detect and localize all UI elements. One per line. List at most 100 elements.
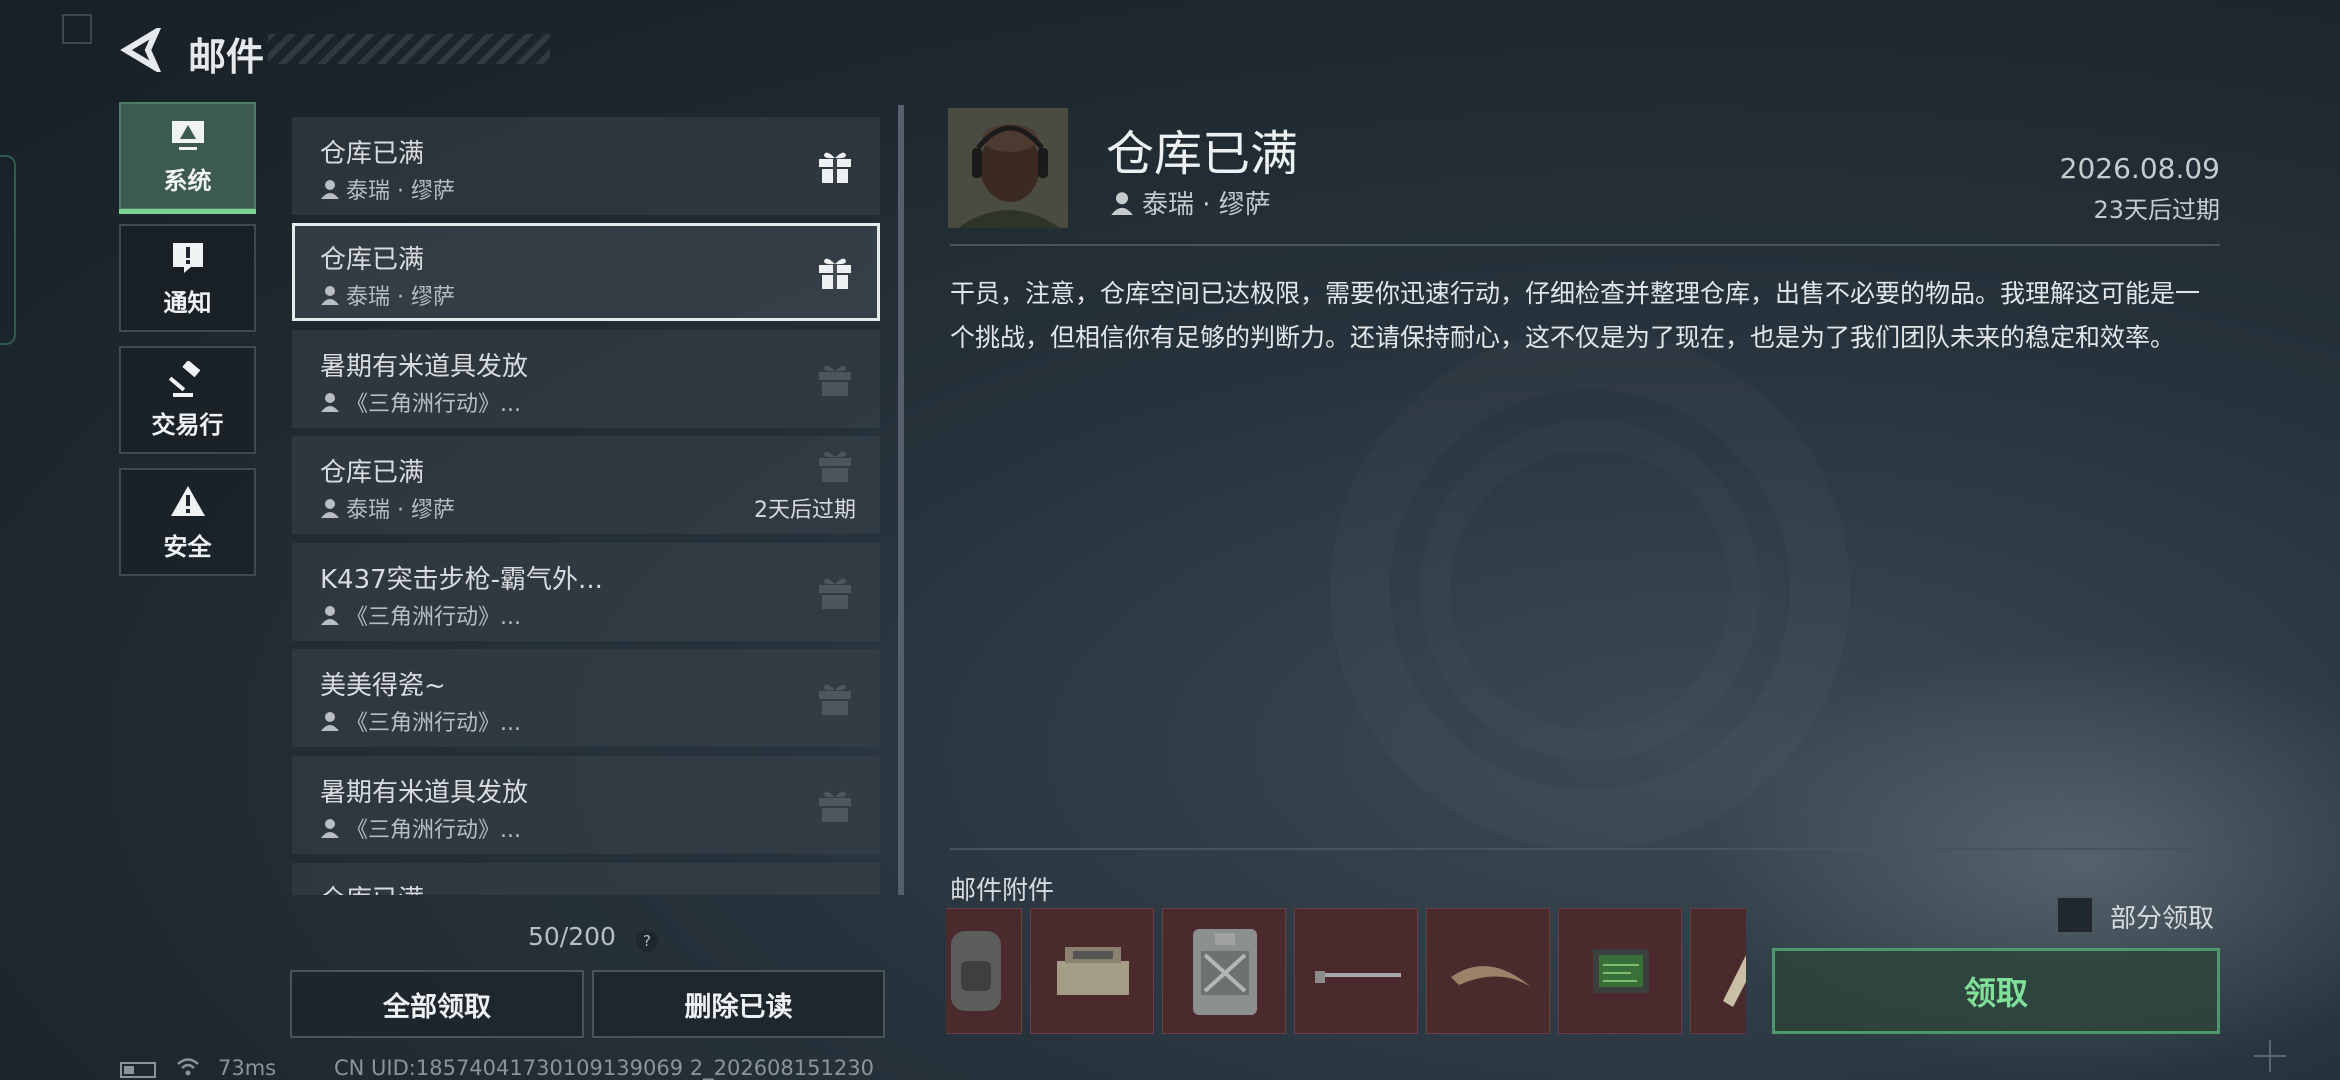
mail-detail-title: 仓库已满 [1106,126,1299,182]
mail-title: K437突击步枪-霸气外... [320,565,603,595]
attachment-item[interactable] [946,908,1022,1034]
mail-sender: 《三角洲行动》... [320,599,521,631]
mail-item[interactable]: 仓库已满 泰瑞 · 缪萨 [292,117,880,215]
rifle-part-icon [1315,971,1401,983]
portrait-icon [948,108,1068,228]
gift-icon [819,684,851,715]
mail-count: 50/200 [528,922,616,951]
person-icon [321,499,339,518]
person-icon [321,712,339,731]
attachments-label: 邮件附件 [950,876,1055,906]
category-label: 安全 [163,532,212,561]
gift-icon [819,451,851,482]
gift-icon [816,893,854,895]
circuit-board-icon [1593,949,1649,993]
mail-list-scrollbar[interactable] [898,105,904,895]
gift-icon [819,365,851,396]
divider [950,244,2220,246]
person-icon [321,606,339,625]
mail-detail-sender-name: 泰瑞 · 缪萨 [1142,190,1271,220]
person-icon [321,286,339,305]
sender-avatar [948,108,1068,228]
warning-icon [170,485,205,516]
person-icon [1111,191,1133,215]
corner-marker [62,14,92,44]
attachment-item[interactable] [1558,908,1682,1034]
wifi-icon [177,1058,199,1076]
divider [950,848,2220,850]
category-market[interactable]: 交易行 [119,346,256,454]
side-pull-tab[interactable] [0,155,16,345]
mail-list[interactable]: 仓库已满 泰瑞 · 缪萨 仓库已满 泰瑞 · 缪萨 暑期有米道具发放 《三角洲行… [292,115,880,895]
gift-icon [819,791,851,822]
attachment-item[interactable] [1162,908,1286,1034]
mail-sender-name: 泰瑞 · 缪萨 [346,179,455,204]
back-button[interactable] [118,24,164,76]
mail-body: 干员，注意，仓库空间已达极限，需要你迅速行动，仔细检查并整理仓库，出售不必要的物… [950,279,2201,352]
mail-sender-name: 《三角洲行动》... [346,605,521,630]
claim-button[interactable]: 领取 [1772,948,2220,1034]
mail-item[interactable]: 暑期有米道具发放 《三角洲行动》... [292,330,880,428]
delete-read-button[interactable]: 删除已读 [592,970,885,1038]
mail-item[interactable]: 仓库已满 泰瑞 · 缪萨 2天后过期 [292,436,880,534]
mail-sender-name: 《三角洲行动》... [346,392,521,417]
attachment-item[interactable] [1294,908,1418,1034]
mail-date: 2026.08.09 [2059,152,2220,185]
attachment-item[interactable] [1426,908,1550,1034]
partial-claim-label[interactable]: 部分领取 [2110,898,2214,935]
category-label: 交易行 [151,410,224,439]
mail-detail-expiry: 23天后过期 [2093,196,2220,224]
attachments-strip[interactable] [946,908,1746,1034]
attachment-item[interactable] [1030,908,1154,1034]
backpack-icon [951,931,1001,1011]
category-label: 系统 [163,166,212,195]
ping-value: 73ms [218,1056,277,1080]
category-notice[interactable]: 通知 [119,224,256,332]
gift-icon [819,152,851,183]
monitor-icon [171,120,204,150]
battery-icon [120,1062,156,1078]
mail-item[interactable]: K437突击步枪-霸气外... 《三角洲行动》... [292,543,880,641]
mail-item-selected[interactable]: 仓库已满 泰瑞 · 缪萨 [292,223,880,321]
plus-icon [2254,1040,2286,1072]
person-icon [321,180,339,199]
partial-claim-checkbox[interactable] [2056,896,2094,934]
mail-item[interactable]: 美美得瓷~ 《三角洲行动》... [292,649,880,747]
page-title: 邮件 [188,35,265,79]
mail-sender-name: 泰瑞 · 缪萨 [346,498,455,523]
mail-title: 仓库已满 [320,458,425,488]
mail-item[interactable]: 暑期有米道具发放 《三角洲行动》... [292,756,880,854]
mail-title: 美美得瓷~ [320,671,446,701]
mail-title: 暑期有米道具发放 [320,778,529,808]
person-icon [321,819,339,838]
gift-icon [819,258,851,289]
mail-title: 仓库已满 [320,879,424,895]
mail-sender-name: 《三角洲行动》... [346,818,521,843]
back-arrow-icon [120,24,163,76]
mail-expiry: 2天后过期 [754,498,856,523]
title-decoration [268,34,550,64]
frame-icon [1723,955,1746,1007]
mail-sender: 泰瑞 · 缪萨 [320,279,455,311]
mail-sender: 泰瑞 · 缪萨 [320,173,455,205]
alert-icon [172,242,203,273]
category-security[interactable]: 安全 [119,468,256,576]
mail-title: 仓库已满 [320,245,425,275]
category-system[interactable]: 系统 [119,102,256,214]
mail-sender: 《三角洲行动》... [320,705,521,737]
uid-text: CN UID:18574041730109139069 2_2026081512… [334,1056,874,1080]
claw-icon [1451,966,1531,987]
attachment-item[interactable] [1690,908,1746,1034]
person-icon [321,393,339,412]
mail-sender: 《三角洲行动》... [320,386,521,418]
canister-icon [1193,929,1257,1015]
category-label: 通知 [163,288,212,317]
mail-sender: 《三角洲行动》... [320,812,521,844]
help-icon[interactable]: ? [636,930,658,952]
mail-title: 暑期有米道具发放 [320,352,529,382]
claim-all-button[interactable]: 全部领取 [290,970,584,1038]
mail-item-partial[interactable]: 仓库已满 [292,863,880,895]
mail-sender: 泰瑞 · 缪萨 [320,492,455,524]
gift-icon [819,578,851,609]
mail-title: 仓库已满 [320,139,425,169]
